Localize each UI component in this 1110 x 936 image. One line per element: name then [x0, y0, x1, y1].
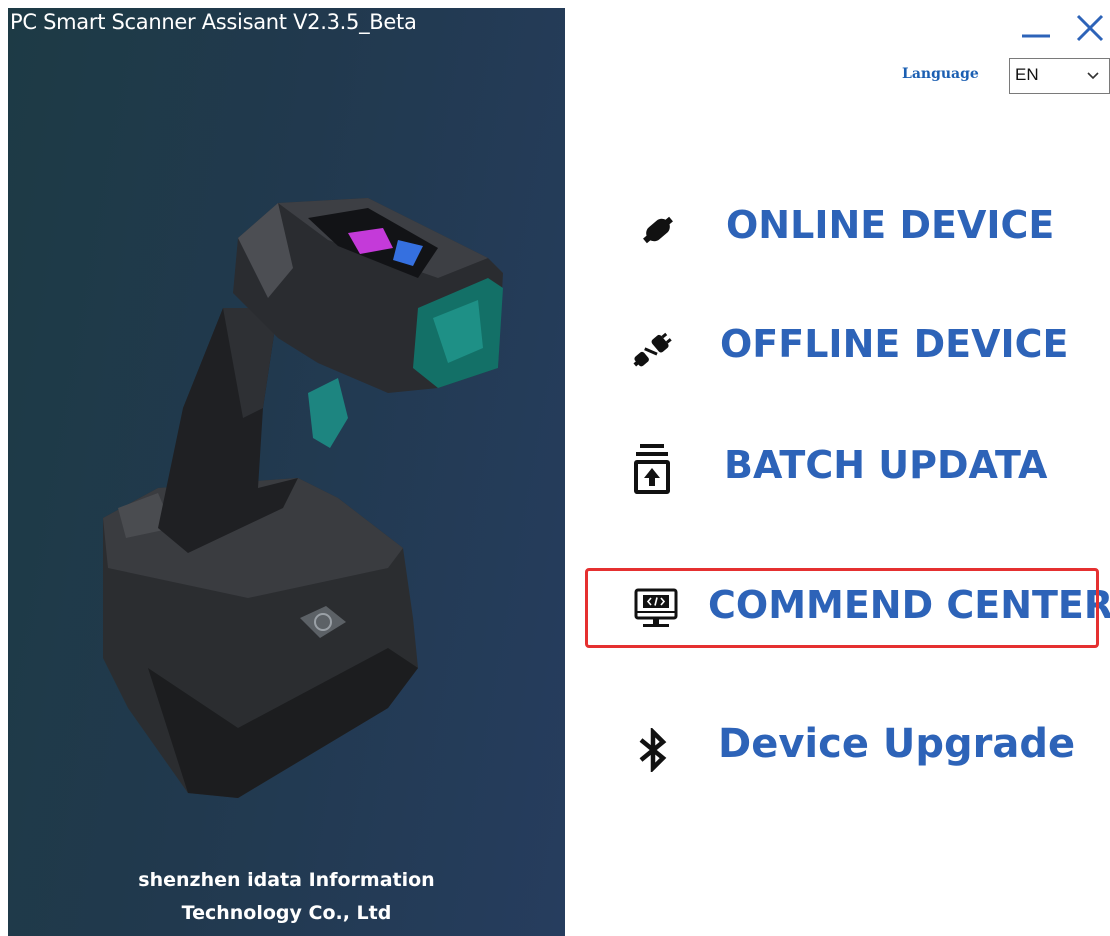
chevron-down-icon: [1087, 72, 1099, 80]
language-select[interactable]: EN: [1009, 58, 1110, 94]
company-line-2: Technology Co., Ltd: [181, 902, 392, 924]
language-label: Language: [902, 66, 979, 82]
close-icon: [1076, 14, 1104, 42]
close-button[interactable]: [1074, 10, 1108, 44]
company-line-1: shenzhen idata Information: [138, 869, 435, 891]
menu-label-device-upgrade: Device Upgrade: [718, 721, 1076, 767]
company-name: shenzhen idata Information Technology Co…: [8, 864, 565, 930]
scanner-image: [103, 198, 503, 798]
language-value: EN: [1015, 65, 1039, 84]
minimize-button[interactable]: [1020, 10, 1054, 44]
menu-offline-device[interactable]: OFFLINE DEVICE: [620, 315, 1068, 379]
brand-panel: PC Smart Scanner Assisant V2.3.5_Beta sh…: [8, 8, 565, 936]
selection-highlight: [585, 568, 1099, 648]
batch-upload-icon: [634, 444, 670, 494]
menu-device-upgrade[interactable]: Device Upgrade: [632, 716, 1076, 780]
menu-label-batch-updata: BATCH UPDATA: [724, 443, 1048, 487]
menu-batch-updata[interactable]: BATCH UPDATA: [626, 436, 1048, 500]
bluetooth-icon: [639, 728, 667, 772]
minimize-icon: [1022, 34, 1050, 38]
plug-connected-icon: [643, 216, 673, 244]
app-title: PC Smart Scanner Assisant V2.3.5_Beta: [10, 10, 417, 34]
menu-label-offline-device: OFFLINE DEVICE: [720, 322, 1069, 366]
menu-online-device[interactable]: ONLINE DEVICE: [630, 196, 1054, 260]
menu-label-online-device: ONLINE DEVICE: [726, 203, 1055, 247]
plug-disconnected-icon: [633, 332, 672, 367]
